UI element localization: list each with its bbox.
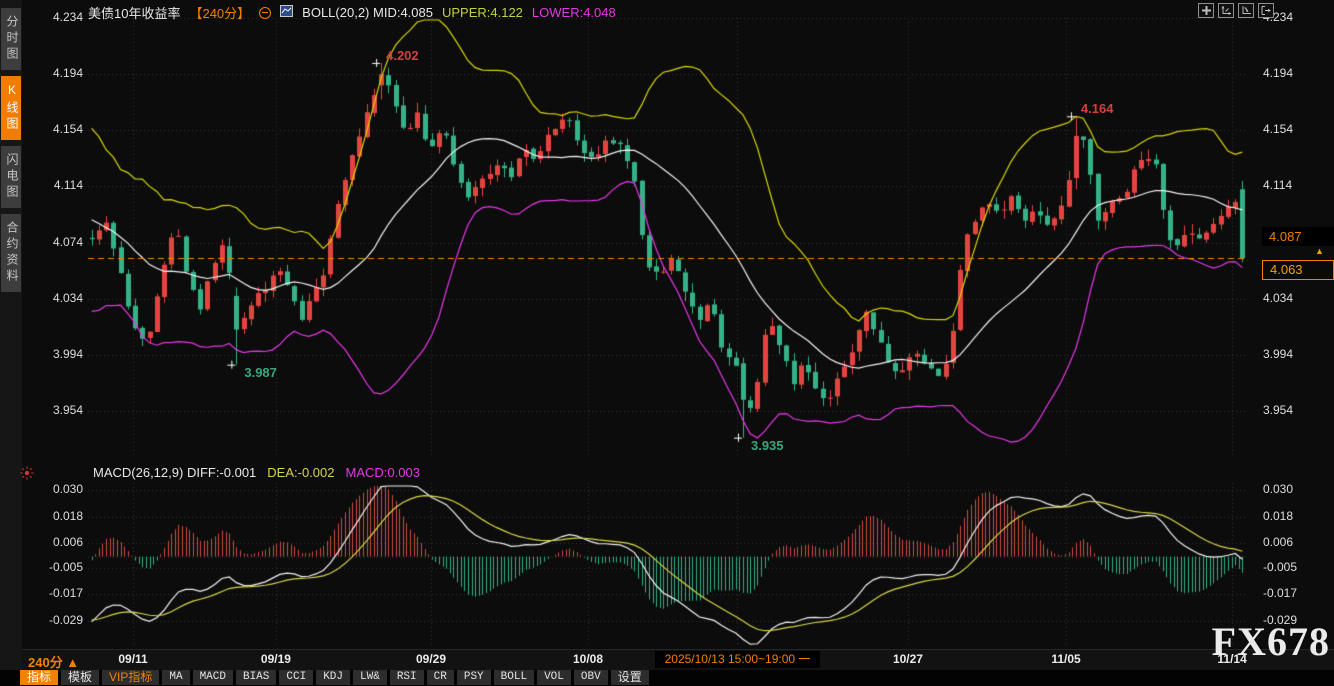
macd-axis-label-right: -0.005 [1263,560,1297,574]
exit-chart-icon[interactable] [1258,3,1274,18]
x-axis-date-label: 10/08 [573,652,603,666]
chart-toolbar-icons [1198,3,1274,18]
y-axis-label-right: 4.194 [1263,66,1293,80]
zoom-axis-in-icon[interactable] [1218,3,1234,18]
macd-value: MACD:0.003 [346,465,420,480]
price-chart-canvas[interactable] [0,0,1334,686]
instrument-title: 美债10年收益率 [88,3,180,22]
crosshair-date-box: 2025/10/13 15:00~19:00 一 [655,651,820,668]
toolbar-button-CCI[interactable]: CCI [279,670,313,685]
current-price-tag: 4.063 [1262,260,1334,280]
toolbar-button-KDJ[interactable]: KDJ [316,670,350,685]
toolbar-button-PSY[interactable]: PSY [457,670,491,685]
y-axis-label-right: 3.954 [1263,403,1293,417]
toolbar-button-VOL[interactable]: VOL [537,670,571,685]
y-axis-label-right: 4.114 [1263,178,1292,192]
toolbar-button-指标[interactable]: 指标 [20,670,58,685]
toolbar-button-BIAS[interactable]: BIAS [236,670,276,685]
sidebar-tab-kline-chart[interactable]: K线图 [1,76,21,140]
toolbar-button-OBV[interactable]: OBV [574,670,608,685]
low-annotation: 3.935 [751,438,784,453]
x-axis-date-label: 09/19 [261,652,291,666]
chart-type-sidebar: 分时图 K线图 闪电图 合约资料 [0,0,22,686]
period-selector[interactable]: 240分 ▲ [28,652,79,671]
current-price-marker-icon: ▲ [1315,247,1324,256]
macd-axis-label-right: 0.006 [1263,535,1293,549]
macd-axis-label-right: 0.030 [1263,482,1293,496]
macd-axis-label-right: 0.018 [1263,509,1293,523]
toolbar-button-LW&[interactable]: LW& [353,670,387,685]
macd-header: MACD(26,12,9) DIFF:-0.001 DEA:-0.002 MAC… [93,465,420,480]
y-axis-label-right: 4.034 [1263,291,1293,305]
sidebar-tab-time-chart[interactable]: 分时图 [1,8,21,70]
high-annotation: 4.202 [386,48,419,63]
y-axis-label-right: 3.994 [1263,347,1293,361]
chart-header: 美债10年收益率 【240分】 BOLL(20,2) MID:4.085 UPP… [88,3,616,22]
collapse-icon[interactable] [259,7,271,19]
trading-app-window: 分时图 K线图 闪电图 合约资料 美债10年收益率 【240分】 BOLL(20… [0,0,1334,686]
period-label: 【240分】 [189,3,250,22]
boll-upper-value: UPPER:4.122 [442,5,523,20]
zoom-axis-out-icon[interactable] [1238,3,1254,18]
toolbar-button-MA[interactable]: MA [162,670,189,685]
indicator-toolbar: 指标模板VIP指标MA MACDBIASCCIKDJLW&RSICRPSYBOLL… [0,670,1334,686]
indicator-chart-icon [280,5,293,20]
x-axis-date-label: 09/29 [416,652,446,666]
sidebar-tab-contract-info[interactable]: 合约资料 [1,214,21,292]
x-axis-date-label: 10/27 [893,652,923,666]
x-axis-date-label: 11/05 [1051,652,1080,666]
mid-price-tag: 4.087 [1262,227,1334,246]
macd-axis-label-right: -0.017 [1263,586,1297,600]
boll-indicator-label: BOLL(20,2) MID:4.085 [302,5,433,20]
boll-lower-value: LOWER:4.048 [532,5,616,20]
brand-watermark: FX678 [1212,618,1330,665]
toolbar-button-模板[interactable]: 模板 [61,670,99,685]
toolbar-button-VIP指标[interactable]: VIP指标 [102,670,159,685]
macd-dea-value: DEA:-0.002 [267,465,334,480]
toolbar-button-设置[interactable]: 设置 [611,670,649,685]
toolbar-button-BOLL[interactable]: BOLL [494,670,534,685]
macd-label: MACD(26,12,9) DIFF:-0.001 [93,465,256,480]
x-axis-date-label: 09/11 [118,652,147,666]
low-annotation: 3.987 [244,365,277,380]
toolbar-button-RSI[interactable]: RSI [390,670,424,685]
toolbar-button-MACD[interactable]: MACD [193,670,233,685]
pan-icon[interactable] [1198,3,1214,18]
toolbar-button-CR[interactable]: CR [427,670,454,685]
sidebar-tab-flash-chart[interactable]: 闪电图 [1,146,21,208]
high-annotation: 4.164 [1081,101,1114,116]
x-axis-row: 240分 ▲ 09/1109/1909/2910/0810/2711/0511/… [0,649,1334,670]
y-axis-label-right: 4.154 [1263,122,1293,136]
macd-settings-icon[interactable] [20,466,34,485]
